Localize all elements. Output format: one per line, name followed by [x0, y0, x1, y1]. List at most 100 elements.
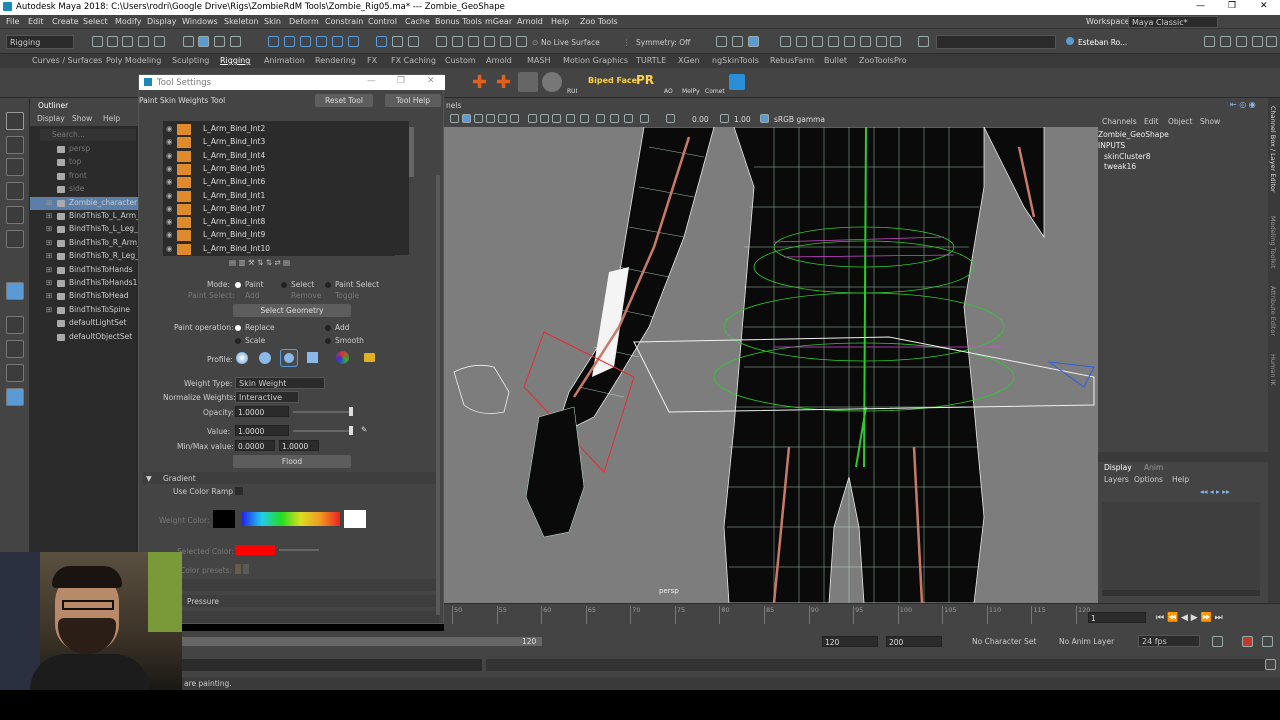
film-gate-icon[interactable] — [510, 114, 519, 123]
magnet-icon[interactable]: ⊙ — [532, 38, 538, 47]
opacity-slider-handle[interactable] — [349, 407, 353, 416]
profile-soft-icon[interactable] — [259, 352, 271, 364]
outliner-menu-display[interactable]: Display — [37, 114, 65, 123]
anim-layer-dropdown[interactable]: No Anim Layer — [1059, 637, 1114, 646]
shelf-tab-zootoolspro[interactable]: ZooToolsPro — [859, 56, 907, 65]
wireframe-icon[interactable] — [796, 36, 807, 47]
menu-set-dropdown[interactable]: Rigging — [6, 35, 74, 49]
anim-start-field[interactable]: 120 — [822, 636, 878, 647]
menu-bonus-tools[interactable]: Bonus Tools — [435, 17, 482, 26]
side-tab-human-ik[interactable]: Human IK — [1269, 354, 1277, 386]
attrs-section-header[interactable] — [143, 611, 439, 623]
min-value-field[interactable]: 0.0000 — [235, 440, 275, 451]
snap-curve-icon[interactable] — [284, 36, 295, 47]
textured-icon[interactable] — [828, 36, 839, 47]
outliner-item[interactable]: ⊞ BindThisTo_L_Leg_R — [30, 223, 143, 236]
exposure-icon[interactable] — [666, 114, 675, 123]
lock-icon[interactable] — [392, 36, 403, 47]
shelf-tab-ngskintools[interactable]: ngSkinTools — [712, 56, 759, 65]
redo-icon[interactable] — [154, 36, 165, 47]
grid-icon[interactable] — [498, 114, 507, 123]
joint-list-scrollbar[interactable] — [409, 127, 414, 177]
scale-tool-icon[interactable] — [6, 230, 24, 248]
joint-list-item[interactable]: ◉ L_Arm_Bind_Int1 — [163, 189, 395, 203]
shelf-tab-rigging[interactable]: Rigging — [220, 56, 250, 65]
channel-box-icon[interactable] — [1252, 36, 1263, 47]
shelf-tab-mash[interactable]: MASH — [527, 56, 550, 65]
color-management-icon[interactable] — [760, 114, 769, 123]
input-output-icon[interactable] — [408, 36, 419, 47]
reset-tool-button[interactable]: Reset Tool — [315, 94, 373, 107]
joint-list-item[interactable]: ◉ L_Arm_Bind_Int3 — [163, 136, 395, 150]
profile-image-icon[interactable] — [336, 351, 349, 364]
weight-color-ramp[interactable] — [242, 512, 340, 526]
hud-icon[interactable] — [918, 36, 929, 47]
stroke-section-header[interactable] — [143, 579, 439, 591]
snap-grid-icon[interactable] — [268, 36, 279, 47]
joint-list-item[interactable]: ◉ L_Arm_Bind_Int9 — [163, 229, 395, 243]
selected-color-swatch[interactable] — [235, 545, 275, 555]
outliner-layout-icon[interactable] — [6, 388, 24, 406]
shadow-toggle-icon[interactable] — [580, 114, 589, 123]
expand-icon[interactable]: ⊞ — [46, 291, 52, 300]
expand-icon[interactable]: ⊞ — [46, 251, 52, 260]
paint-select-add[interactable]: Add — [245, 291, 260, 300]
mode-select-radio[interactable] — [281, 282, 287, 288]
xray-toggle-icon[interactable] — [566, 114, 575, 123]
arnold-render-icon[interactable] — [516, 36, 527, 47]
lock-weights-icon[interactable]: ◉ — [166, 137, 173, 146]
joint-list-item[interactable]: ◉ L_Arm_Bind_Int7 — [163, 202, 395, 216]
attribute-editor-icon[interactable] — [1220, 36, 1231, 47]
expand-icon[interactable]: ⊞ — [46, 198, 52, 207]
channel-box-toggle-icons[interactable]: ⇤ ◎ ◉ — [1230, 100, 1256, 109]
command-input[interactable] — [182, 659, 482, 671]
shelf-tab-rendering[interactable]: Rendering — [315, 56, 356, 65]
camera-icon[interactable] — [716, 36, 727, 47]
menu-display[interactable]: Display — [147, 17, 177, 26]
op-add-radio[interactable] — [325, 325, 331, 331]
layer-list[interactable] — [1102, 502, 1260, 590]
select-camera-icon[interactable] — [450, 114, 459, 123]
normalize-dropdown[interactable]: Interactive — [235, 391, 299, 403]
four-view-layout-icon[interactable] — [6, 316, 24, 334]
input-tweak[interactable]: tweak16 — [1104, 162, 1136, 171]
outliner-item[interactable]: defaultLightSet — [30, 317, 138, 330]
grid-toggle-icon[interactable] — [732, 36, 743, 47]
outliner-item[interactable]: ⊞ BindThisTo_R_Arm_F — [30, 237, 145, 250]
expand-icon[interactable]: ⊞ — [46, 211, 52, 220]
outliner-search-field[interactable]: Search... — [40, 129, 136, 141]
snap-surface-icon[interactable] — [332, 36, 343, 47]
expand-icon[interactable]: ⊞ — [46, 265, 52, 274]
selected-object-name[interactable]: Zombie_GeoShape — [1098, 130, 1169, 139]
exposure-field[interactable]: 0.00 — [692, 115, 709, 124]
lock-weights-icon[interactable]: ◉ — [166, 217, 173, 226]
joint-list-item[interactable]: ◉ L_Arm_Bind_Int10 — [163, 242, 395, 256]
outliner-item[interactable]: ⊞ BindThisToHead — [30, 290, 138, 303]
shelf-tab-turtle[interactable]: TURTLE — [636, 56, 666, 65]
maximize-button[interactable]: ❐ — [1228, 1, 1236, 11]
select-geometry-button[interactable]: Select Geometry — [233, 304, 351, 317]
weight-type-dropdown[interactable]: Skin Weight — [235, 377, 325, 389]
layer-menu-help[interactable]: Help — [1172, 475, 1189, 484]
create-joint-icon[interactable]: ✚ — [472, 72, 487, 93]
viewport-panels-menu[interactable]: nels — [446, 101, 461, 110]
dropbox-icon[interactable] — [729, 74, 745, 90]
pick-value-icon[interactable]: ✎ — [361, 425, 367, 434]
snap-point-icon[interactable] — [300, 36, 311, 47]
side-tab-modeling-toolkit[interactable]: Modeling Toolkit — [1269, 216, 1277, 268]
joint-list-item[interactable]: ◉ L_Arm_Bind_Int8 — [163, 216, 395, 230]
select-hierarchy-icon[interactable] — [183, 36, 194, 47]
viewport-scene[interactable]: persp — [444, 127, 1098, 603]
image-plane-icon[interactable] — [486, 114, 495, 123]
outliner-item[interactable]: persp — [30, 143, 138, 156]
shelf-tab-custom[interactable]: Custom — [445, 56, 476, 65]
persp-outliner-layout-icon[interactable] — [6, 364, 24, 382]
layer-scrollbar[interactable] — [1102, 590, 1260, 596]
profile-gaussian-icon[interactable] — [236, 352, 248, 364]
menu-deform[interactable]: Deform — [289, 17, 319, 26]
outliner-item[interactable]: defaultObjectSet — [30, 331, 138, 344]
color-space-dropdown[interactable]: sRGB gamma — [774, 115, 825, 124]
isolate-icon[interactable] — [596, 114, 605, 123]
joint-list-item[interactable]: ◉ L_Arm_Bind_Int6 — [163, 176, 395, 190]
lock-weights-icon[interactable]: ◉ — [166, 164, 173, 173]
